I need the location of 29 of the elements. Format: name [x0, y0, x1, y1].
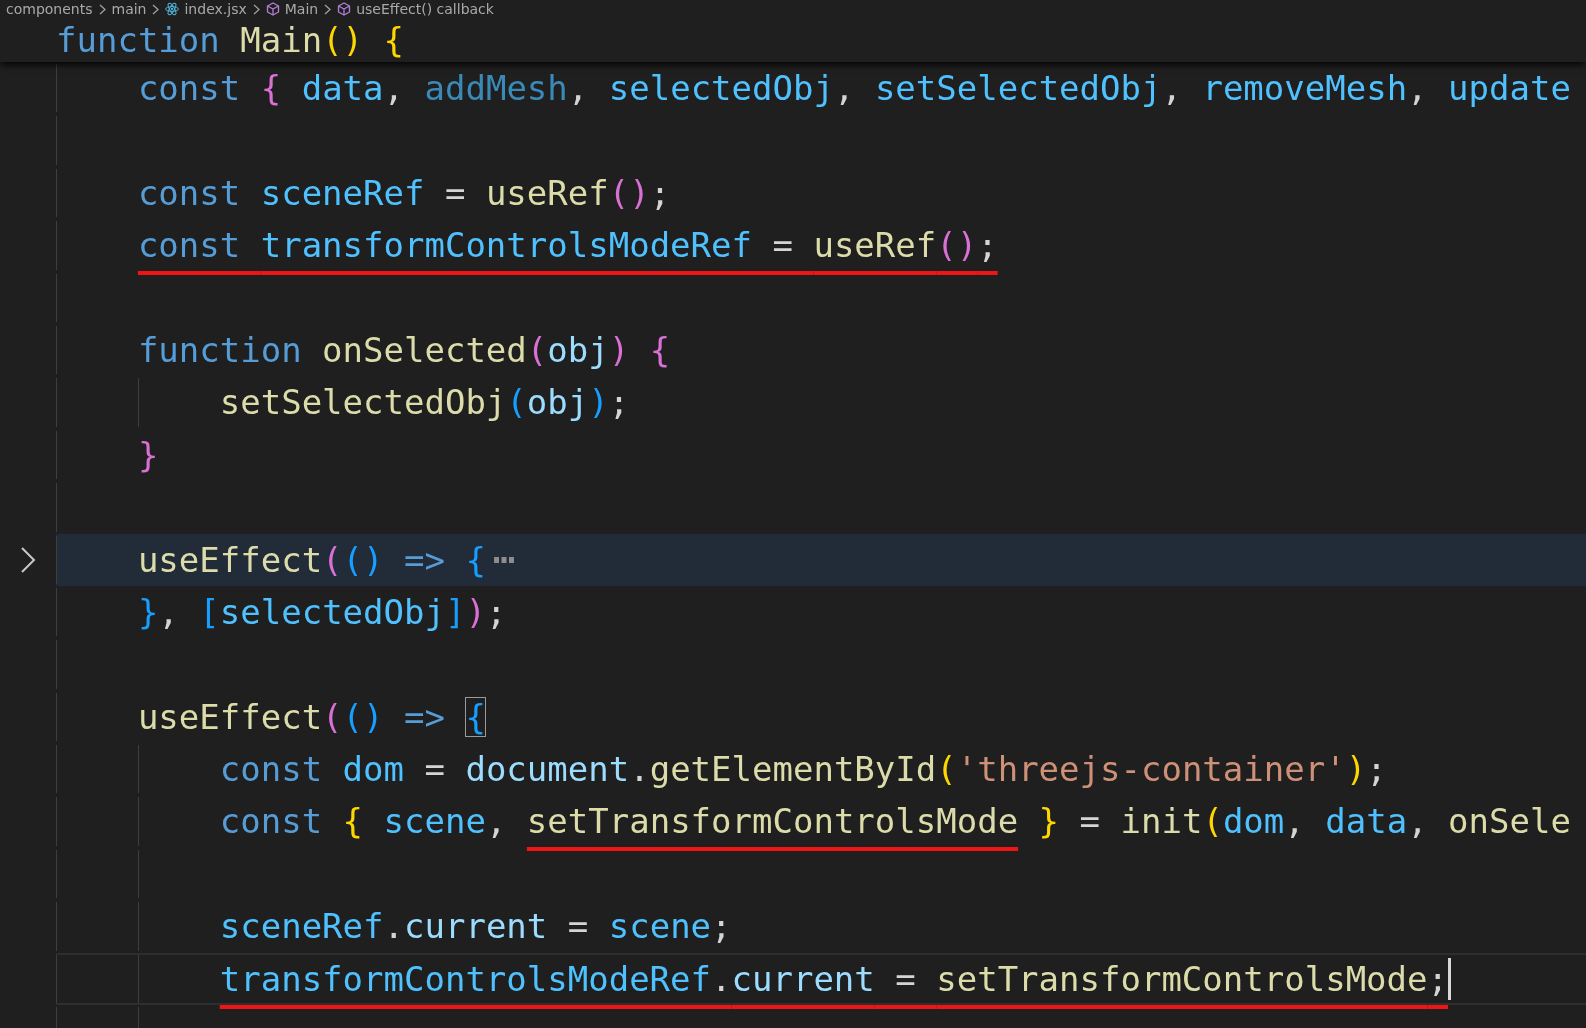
- code-line: const transformControlsModeRef = useRef();: [137, 224, 998, 268]
- code-line: const dom = document.getElementById('threejs-container');: [219, 748, 1387, 792]
- code-line: function onSelected(obj) {: [137, 328, 671, 372]
- breadcrumb-item[interactable]: components: [6, 0, 93, 18]
- code-line: const { data, addMesh, selectedObj, setSelectedObj, removeMesh, update: [137, 67, 1571, 110]
- breadcrumb-item[interactable]: index.jsx: [165, 0, 247, 18]
- code-line: sceneRef.current = scene;: [219, 905, 732, 949]
- chevron-right-icon: [252, 3, 260, 15]
- code-line: const sceneRef = useRef();: [137, 171, 671, 215]
- chevron-right-icon: [152, 3, 160, 15]
- text-cursor: [1448, 957, 1451, 1000]
- chevron-right-icon[interactable]: [20, 545, 36, 574]
- ellipsis-icon[interactable]: [493, 556, 514, 563]
- code-line: function Main() {: [56, 18, 405, 62]
- cube-icon: [265, 2, 280, 16]
- code-line: useEffect(() => {: [137, 695, 486, 739]
- breadcrumb-item[interactable]: main: [111, 0, 147, 18]
- breadcrumb-item[interactable]: Main: [265, 0, 319, 18]
- cube-icon: [337, 2, 352, 16]
- code-line: transformControlsModeRef.current = setTransformControlsMode;: [219, 957, 1448, 1001]
- code-line: }, [selectedObj]);: [137, 590, 507, 634]
- code-line: const { scene, setTransformControlsMode } = init(dom, data, onSele: [219, 800, 1571, 844]
- code-line: useEffect(() => {: [137, 538, 486, 582]
- chevron-right-icon: [324, 3, 332, 15]
- atom-icon: [165, 2, 180, 16]
- chevron-right-icon: [98, 3, 106, 15]
- code-line: setSelectedObj(obj);: [219, 381, 630, 425]
- code-line: }: [137, 433, 159, 477]
- breadcrumb-item[interactable]: useEffect() callback: [337, 0, 494, 18]
